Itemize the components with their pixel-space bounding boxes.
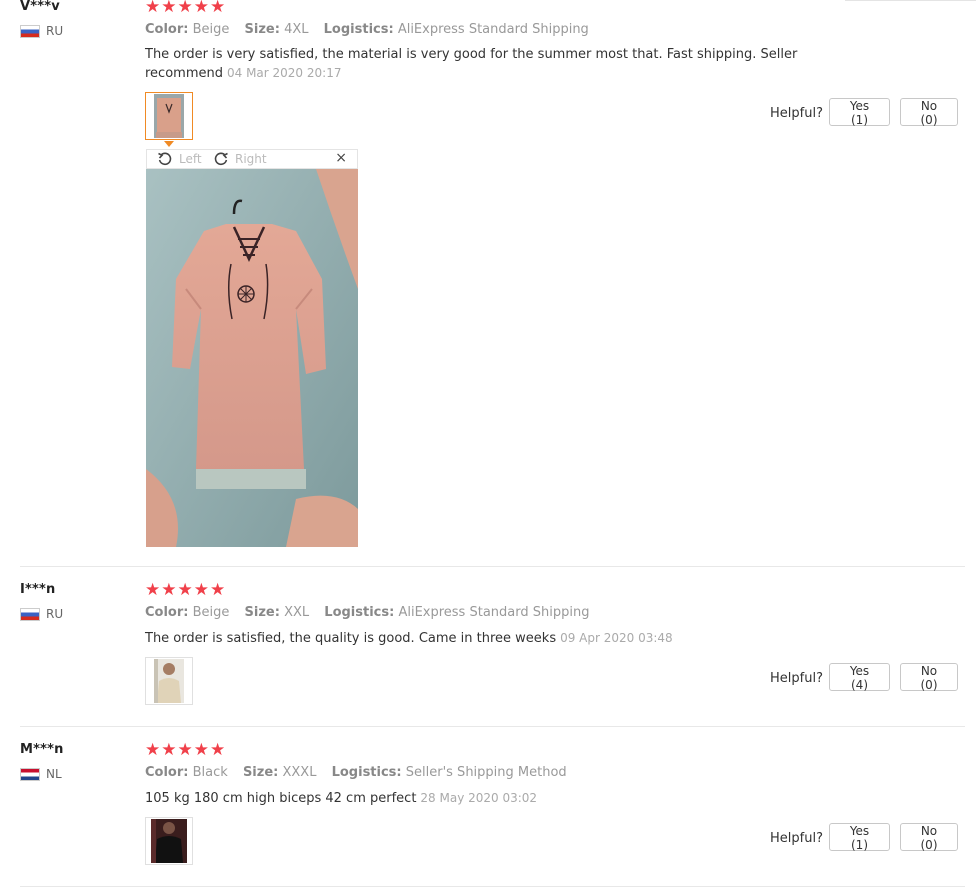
reviewer-name: M***n <box>20 742 64 757</box>
reviewer-country: NL <box>20 767 62 781</box>
reviewer-name: I***n <box>20 582 56 597</box>
size-label: Size: <box>244 22 280 37</box>
logistics-label: Logistics: <box>323 22 394 37</box>
size-label: Size: <box>244 605 280 620</box>
logistics-value: AliExpress Standard Shipping <box>397 22 589 37</box>
product-attributes: Color: Beige Size: 4XL Logistics: AliExp… <box>145 22 600 37</box>
expanded-review-photo <box>146 169 358 547</box>
country-code: RU <box>46 24 64 38</box>
review-divider <box>20 566 965 567</box>
review-divider <box>20 886 965 887</box>
rotate-left-label: Left <box>179 152 202 166</box>
size-value: 4XL <box>284 22 309 37</box>
helpful-no-button[interactable]: No (0) <box>900 663 958 692</box>
review-date: 28 May 2020 03:02 <box>420 791 538 805</box>
reviewer-name: V***v <box>20 0 60 14</box>
netherlands-flag-icon <box>20 767 40 781</box>
size-label: Size: <box>242 765 279 780</box>
color-label: Color: <box>145 22 189 37</box>
reviewer-country: RU <box>20 24 63 38</box>
size-value: XXL <box>284 605 310 620</box>
color-value: Beige <box>192 605 230 620</box>
dark-shirt-photo-thumb-icon <box>151 819 187 863</box>
review-date: 09 Apr 2020 03:48 <box>560 631 673 645</box>
pink-shirt-photo <box>146 169 358 547</box>
country-code: RU <box>46 607 64 621</box>
rotate-right-icon <box>214 152 228 166</box>
thumbnail-pointer <box>164 141 174 147</box>
logistics-value: AliExpress Standard Shipping <box>398 605 590 620</box>
russia-flag-icon <box>20 607 40 621</box>
logistics-label: Logistics: <box>324 605 395 620</box>
review-photo-thumbnail[interactable] <box>145 92 193 140</box>
color-value: Beige <box>192 22 230 37</box>
logistics-value: Seller's Shipping Method <box>405 765 567 780</box>
helpful-no-button[interactable]: No (0) <box>900 823 958 852</box>
helpful-label: Helpful? <box>770 671 823 686</box>
man-photo-thumb-icon <box>154 659 184 703</box>
product-attributes: Color: Black Size: XXXL Logistics: Selle… <box>145 765 578 780</box>
review-divider <box>20 726 965 727</box>
rotate-left-button[interactable]: Left <box>157 151 202 167</box>
review-text: 105 kg 180 cm high biceps 42 cm perfect 2… <box>145 789 925 808</box>
review-text: The order is satisfied, the quality is g… <box>145 629 925 648</box>
helpful-yes-button[interactable]: Yes (4) <box>829 663 890 692</box>
top-divider <box>845 0 976 1</box>
review-text: The order is very satisfied, the materia… <box>145 46 855 83</box>
reviewer-country: RU <box>20 607 63 621</box>
helpful-label: Helpful? <box>770 831 823 846</box>
review-date: 04 Mar 2020 20:17 <box>226 66 342 80</box>
review-body: The order is satisfied, the quality is g… <box>145 631 557 646</box>
rotate-right-label: Right <box>235 152 267 166</box>
helpful-label: Helpful? <box>770 106 823 121</box>
star-rating: ★★★★★ <box>145 0 227 17</box>
product-attributes: Color: Beige Size: XXL Logistics: AliExp… <box>145 605 600 620</box>
color-value: Black <box>192 765 228 780</box>
rotate-left-icon <box>158 152 172 166</box>
country-code: NL <box>46 767 62 781</box>
helpful-yes-button[interactable]: Yes (1) <box>829 823 890 852</box>
size-value: XXXL <box>282 765 317 780</box>
shirt-photo-thumb-icon <box>154 94 184 138</box>
star-rating: ★★★★★ <box>145 740 227 760</box>
close-icon[interactable]: × <box>335 150 347 166</box>
russia-flag-icon <box>20 24 40 38</box>
color-label: Color: <box>145 765 189 780</box>
helpful-yes-button[interactable]: Yes (1) <box>829 98 890 127</box>
color-label: Color: <box>145 605 189 620</box>
rotate-right-button[interactable]: Right <box>213 151 267 167</box>
review-photo-thumbnail[interactable] <box>145 817 193 865</box>
review-photo-thumbnail[interactable] <box>145 657 193 705</box>
logistics-label: Logistics: <box>331 765 402 780</box>
star-rating: ★★★★★ <box>145 580 227 600</box>
image-viewer-toolbar: Left Right × <box>146 149 358 169</box>
helpful-no-button[interactable]: No (0) <box>900 98 958 127</box>
review-body: 105 kg 180 cm high biceps 42 cm perfect <box>145 791 417 806</box>
